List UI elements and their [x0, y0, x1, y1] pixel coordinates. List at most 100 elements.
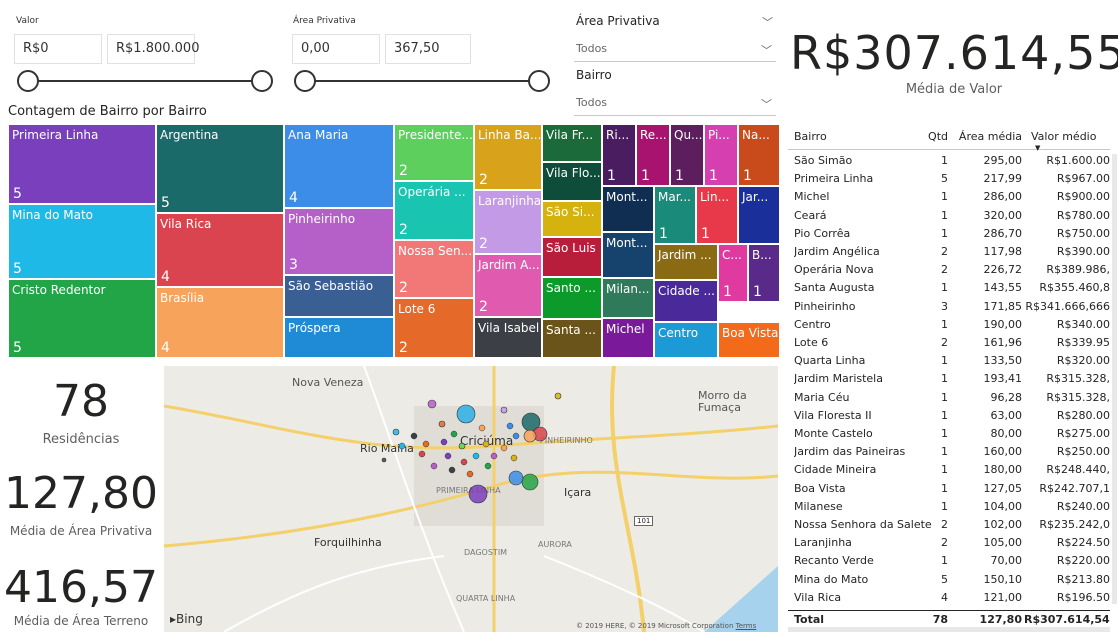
treemap-tile[interactable]: Santo ...: [542, 277, 602, 319]
treemap-tile[interactable]: B... 1: [748, 244, 780, 302]
table-scrollbar[interactable]: [1112, 154, 1117, 604]
table-h-scrollbar[interactable]: [788, 627, 1110, 632]
treemap-tile[interactable]: Mont...: [602, 232, 654, 278]
treemap-tile[interactable]: Nossa Sen... 2: [394, 240, 474, 298]
table-row[interactable]: Monte Castelo 1 80,00 R$275.00: [788, 425, 1110, 443]
treemap-tile[interactable]: Presidente... 2: [394, 124, 474, 181]
treemap-tile[interactable]: Lin... 1: [696, 186, 738, 244]
map-point[interactable]: [448, 466, 456, 474]
map-point[interactable]: [398, 442, 406, 450]
table-row[interactable]: Operária Nova 2 226,72 R$389.986,: [788, 261, 1110, 279]
map-point[interactable]: [418, 450, 426, 458]
treemap-tile[interactable]: Centro: [654, 322, 718, 358]
table-row[interactable]: Vila Rica 4 121,00 R$196.50: [788, 589, 1110, 607]
map-point[interactable]: [510, 454, 518, 462]
bubble-map[interactable]: Nova Veneza Morro da Fumaça Rio Maina Cr…: [164, 366, 778, 632]
treemap-tile[interactable]: Vila Rica 4: [156, 213, 284, 287]
map-bubble[interactable]: [458, 442, 466, 450]
treemap-tile[interactable]: Brasília 4: [156, 287, 284, 358]
table-row[interactable]: Primeira Linha 5 217,99 R$967.00: [788, 170, 1110, 188]
treemap-tile[interactable]: Ri... 1: [602, 124, 636, 186]
treemap-tile[interactable]: Na... 1: [738, 124, 780, 186]
col-header-valor-medio[interactable]: Valor médio: [1031, 128, 1117, 146]
map-bubble[interactable]: [508, 470, 524, 486]
map-bubble[interactable]: [438, 420, 446, 428]
col-header-bairro[interactable]: Bairro: [794, 128, 932, 146]
map-point[interactable]: [422, 440, 430, 448]
map-bubble[interactable]: [500, 406, 508, 414]
table-row[interactable]: Michel 1 286,00 R$900.00: [788, 188, 1110, 206]
map-point[interactable]: [490, 452, 498, 460]
treemap-tile[interactable]: São Si...: [542, 201, 602, 237]
treemap-tile[interactable]: Vila Isabel: [474, 317, 542, 358]
map-bubble[interactable]: [468, 484, 488, 504]
map-point[interactable]: [444, 452, 452, 460]
treemap-tile[interactable]: Linha Ba... 2: [474, 124, 542, 190]
treemap-tile[interactable]: Jardim ...: [654, 244, 718, 280]
treemap-tile[interactable]: São Luis: [542, 237, 602, 277]
col-header-area-media[interactable]: Área média: [948, 128, 1022, 146]
map-bubble[interactable]: [392, 428, 400, 436]
treemap-tile[interactable]: Cristo Redentor 5: [8, 279, 156, 358]
treemap-tile[interactable]: Próspera: [284, 317, 394, 358]
treemap-tile[interactable]: Primeira Linha 5: [8, 124, 156, 204]
map-point[interactable]: [460, 458, 468, 466]
treemap-tile[interactable]: Ana Maria 4: [284, 124, 394, 208]
map-point[interactable]: [512, 432, 520, 440]
treemap-tile[interactable]: Pi... 1: [704, 124, 738, 186]
map-point[interactable]: [482, 440, 490, 448]
map-bubble[interactable]: [427, 399, 437, 409]
area-min-input[interactable]: 0,00: [292, 34, 380, 64]
treemap-tile[interactable]: Argentina 5: [156, 124, 284, 213]
sort-descending-icon[interactable]: ▼: [1035, 144, 1040, 152]
map-point[interactable]: [472, 452, 480, 460]
treemap-tile[interactable]: Vila Fr...: [542, 124, 602, 162]
table-row[interactable]: Jardim Maristela 1 193,41 R$315.328,: [788, 370, 1110, 388]
table-row[interactable]: Jardim Angélica 2 117,98 R$390.00: [788, 243, 1110, 261]
map-bubble[interactable]: [456, 404, 476, 424]
bairro-table[interactable]: Bairro Qtd Área média Valor médio ▼ São …: [788, 124, 1118, 634]
map-point[interactable]: [440, 438, 448, 446]
treemap-tile[interactable]: Santa ...: [542, 319, 602, 358]
table-row[interactable]: Nossa Senhora da Salete 2 102,00 R$235.242,…: [788, 516, 1110, 534]
area-slider-max-handle[interactable]: [528, 70, 550, 92]
table-row[interactable]: Vila Floresta II 1 63,00 R$280.00: [788, 407, 1110, 425]
table-row[interactable]: Boa Vista 1 127,05 R$242.707,1: [788, 480, 1110, 498]
valor-min-input[interactable]: R$0: [14, 34, 102, 64]
table-row[interactable]: Cidade Mineira 1 180,00 R$248.440,: [788, 461, 1110, 479]
treemap-tile[interactable]: Cidade ...: [654, 280, 718, 322]
table-row[interactable]: Lote 6 2 161,96 R$339.95: [788, 334, 1110, 352]
table-row[interactable]: Quarta Linha 1 133,50 R$320.00: [788, 352, 1110, 370]
map-point[interactable]: [500, 444, 508, 452]
map-point[interactable]: [410, 432, 418, 440]
table-row[interactable]: Pio Corrêa 1 286,70 R$750.00: [788, 225, 1110, 243]
map-point[interactable]: [450, 430, 458, 438]
treemap-tile[interactable]: Jar...: [738, 186, 780, 244]
map-bubble[interactable]: [554, 392, 562, 400]
map-bubble[interactable]: [521, 473, 539, 491]
col-header-qtd[interactable]: Qtd: [918, 128, 948, 146]
valor-slider-track[interactable]: [28, 80, 262, 82]
bairro-dropdown[interactable]: Todos ﹀: [574, 90, 776, 116]
treemap-tile[interactable]: Operária ... 2: [394, 181, 474, 240]
map-terms-link[interactable]: Terms: [736, 622, 757, 630]
table-row[interactable]: Jardim das Paineiras 1 160,00 R$250.00: [788, 443, 1110, 461]
map-point[interactable]: [506, 422, 514, 430]
map-point[interactable]: [478, 424, 486, 432]
table-row[interactable]: Milanese 1 104,00 R$240.00: [788, 498, 1110, 516]
table-row[interactable]: Ceará 1 320,00 R$780.00: [788, 207, 1110, 225]
map-bubble[interactable]: [381, 457, 387, 463]
area-dropdown[interactable]: Todos ﹀: [574, 36, 776, 62]
treemap-tile[interactable]: Mar... 1: [654, 186, 696, 244]
valor-slider-min-handle[interactable]: [17, 70, 39, 92]
table-row[interactable]: Laranjinha 2 105,00 R$224.50: [788, 534, 1110, 552]
table-row[interactable]: Centro 1 190,00 R$340.00: [788, 316, 1110, 334]
map-point[interactable]: [484, 462, 492, 470]
treemap-tile[interactable]: Pinheirinho 3: [284, 208, 394, 275]
treemap-tile[interactable]: Milan...: [602, 278, 654, 318]
map-point[interactable]: [430, 462, 438, 470]
table-row[interactable]: Mina do Mato 5 150,10 R$213.80: [788, 571, 1110, 589]
area-slider-min-handle[interactable]: [294, 70, 316, 92]
table-row[interactable]: Santa Augusta 1 143,55 R$355.460,8: [788, 279, 1110, 297]
map-bubble[interactable]: [523, 429, 537, 443]
